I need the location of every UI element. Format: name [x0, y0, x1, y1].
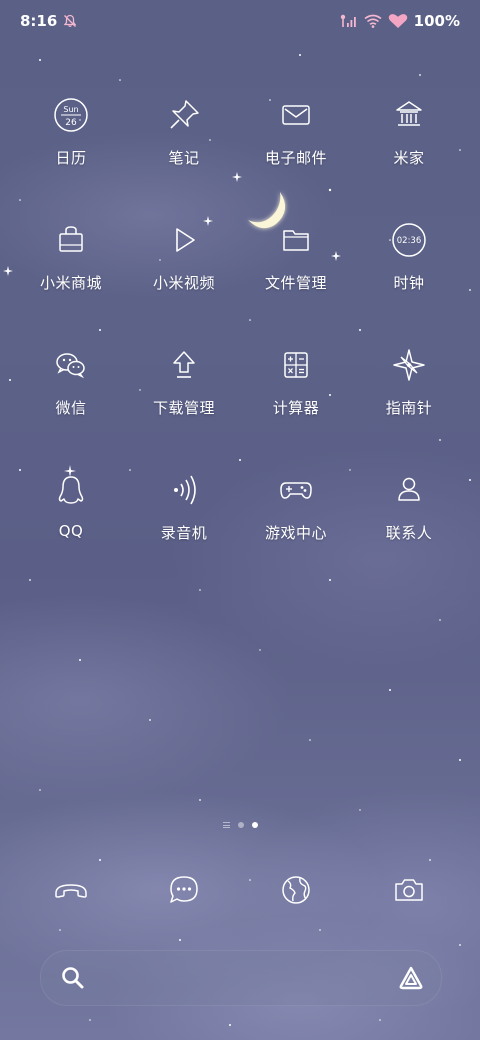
app-file-manager[interactable]: 文件管理: [240, 220, 352, 330]
gamepad-icon: [280, 482, 312, 499]
bell-muted-icon: [64, 14, 77, 27]
app-label: 联系人: [385, 524, 433, 542]
signal-icon: [340, 14, 356, 27]
app-notes[interactable]: 笔记: [128, 95, 240, 205]
status-left: 8:16: [20, 12, 77, 30]
pin-icon: [170, 100, 199, 129]
app-label: 日历: [55, 149, 87, 167]
dock-phone[interactable]: [15, 870, 127, 920]
app-label: 电子邮件: [264, 149, 327, 167]
play-icon: [176, 228, 195, 252]
app-compass[interactable]: 指南针: [353, 345, 465, 455]
app-contacts[interactable]: 联系人: [353, 470, 465, 580]
app-label: 录音机: [160, 524, 208, 542]
penguin-icon: [58, 476, 84, 504]
wifi-icon: [364, 14, 382, 28]
phone-icon: [55, 884, 87, 898]
page-dot: [237, 822, 244, 828]
calendar-day: Sun: [63, 105, 78, 114]
app-label: QQ: [58, 522, 84, 540]
shopping-bag-icon: [59, 226, 83, 252]
calendar-date: 26: [65, 118, 77, 128]
app-label: 时钟: [393, 274, 425, 292]
app-calendar[interactable]: Sun 26 日历: [15, 95, 127, 205]
dock-browser[interactable]: [240, 870, 352, 920]
search-bar[interactable]: [40, 950, 442, 1006]
mail-icon: [282, 105, 310, 125]
page-indicator-menu: [222, 822, 230, 828]
status-bar: 8:16 100%: [0, 0, 480, 42]
status-right: 100%: [340, 12, 460, 30]
battery-heart-icon: [388, 14, 407, 28]
battery-level: 100%: [413, 12, 460, 30]
recorder-icon: [174, 475, 196, 505]
page-indicator[interactable]: [0, 822, 480, 828]
app-label: 下载管理: [152, 399, 215, 417]
calculator-icon: [284, 352, 308, 378]
app-label: 微信: [55, 399, 87, 417]
status-time: 8:16: [20, 12, 58, 30]
folder-icon: [283, 230, 309, 251]
page-dot-active: [251, 822, 258, 828]
app-email[interactable]: 电子邮件: [240, 95, 352, 205]
app-label: 指南针: [385, 399, 433, 417]
app-mijia[interactable]: 米家: [353, 95, 465, 205]
app-qq[interactable]: QQ: [15, 470, 127, 580]
app-label: 米家: [393, 149, 425, 167]
dock-messages[interactable]: [128, 870, 240, 920]
ai-assistant-icon[interactable]: [397, 964, 425, 992]
app-label: 计算器: [272, 399, 320, 417]
app-wechat[interactable]: 微信: [15, 345, 127, 455]
app-downloads[interactable]: 下载管理: [128, 345, 240, 455]
app-label: 游戏中心: [264, 524, 327, 542]
camera-icon: [395, 879, 423, 901]
search-icon[interactable]: [59, 964, 87, 992]
clock-time: 02:36: [397, 236, 422, 246]
home-icon: [396, 101, 422, 126]
app-label: 文件管理: [264, 274, 327, 292]
app-label: 笔记: [168, 149, 200, 167]
app-game-center[interactable]: 游戏中心: [240, 470, 352, 580]
app-clock[interactable]: 02:36 时钟: [353, 220, 465, 330]
calendar-icon: Sun 26: [54, 98, 88, 132]
app-mi-video[interactable]: 小米视频: [128, 220, 240, 330]
clock-icon: 02:36: [392, 223, 426, 257]
app-label: 小米视频: [152, 274, 215, 292]
browser-icon: [282, 876, 310, 904]
wechat-icon: [56, 353, 85, 379]
app-label: 小米商城: [39, 274, 102, 292]
app-calculator[interactable]: 计算器: [240, 345, 352, 455]
download-icon: [173, 351, 195, 378]
message-icon: [170, 876, 198, 903]
contact-icon: [398, 477, 420, 501]
app-recorder[interactable]: 录音机: [128, 470, 240, 580]
dock-camera[interactable]: [353, 870, 465, 920]
compass-icon: [393, 349, 425, 381]
app-mi-store[interactable]: 小米商城: [15, 220, 127, 330]
